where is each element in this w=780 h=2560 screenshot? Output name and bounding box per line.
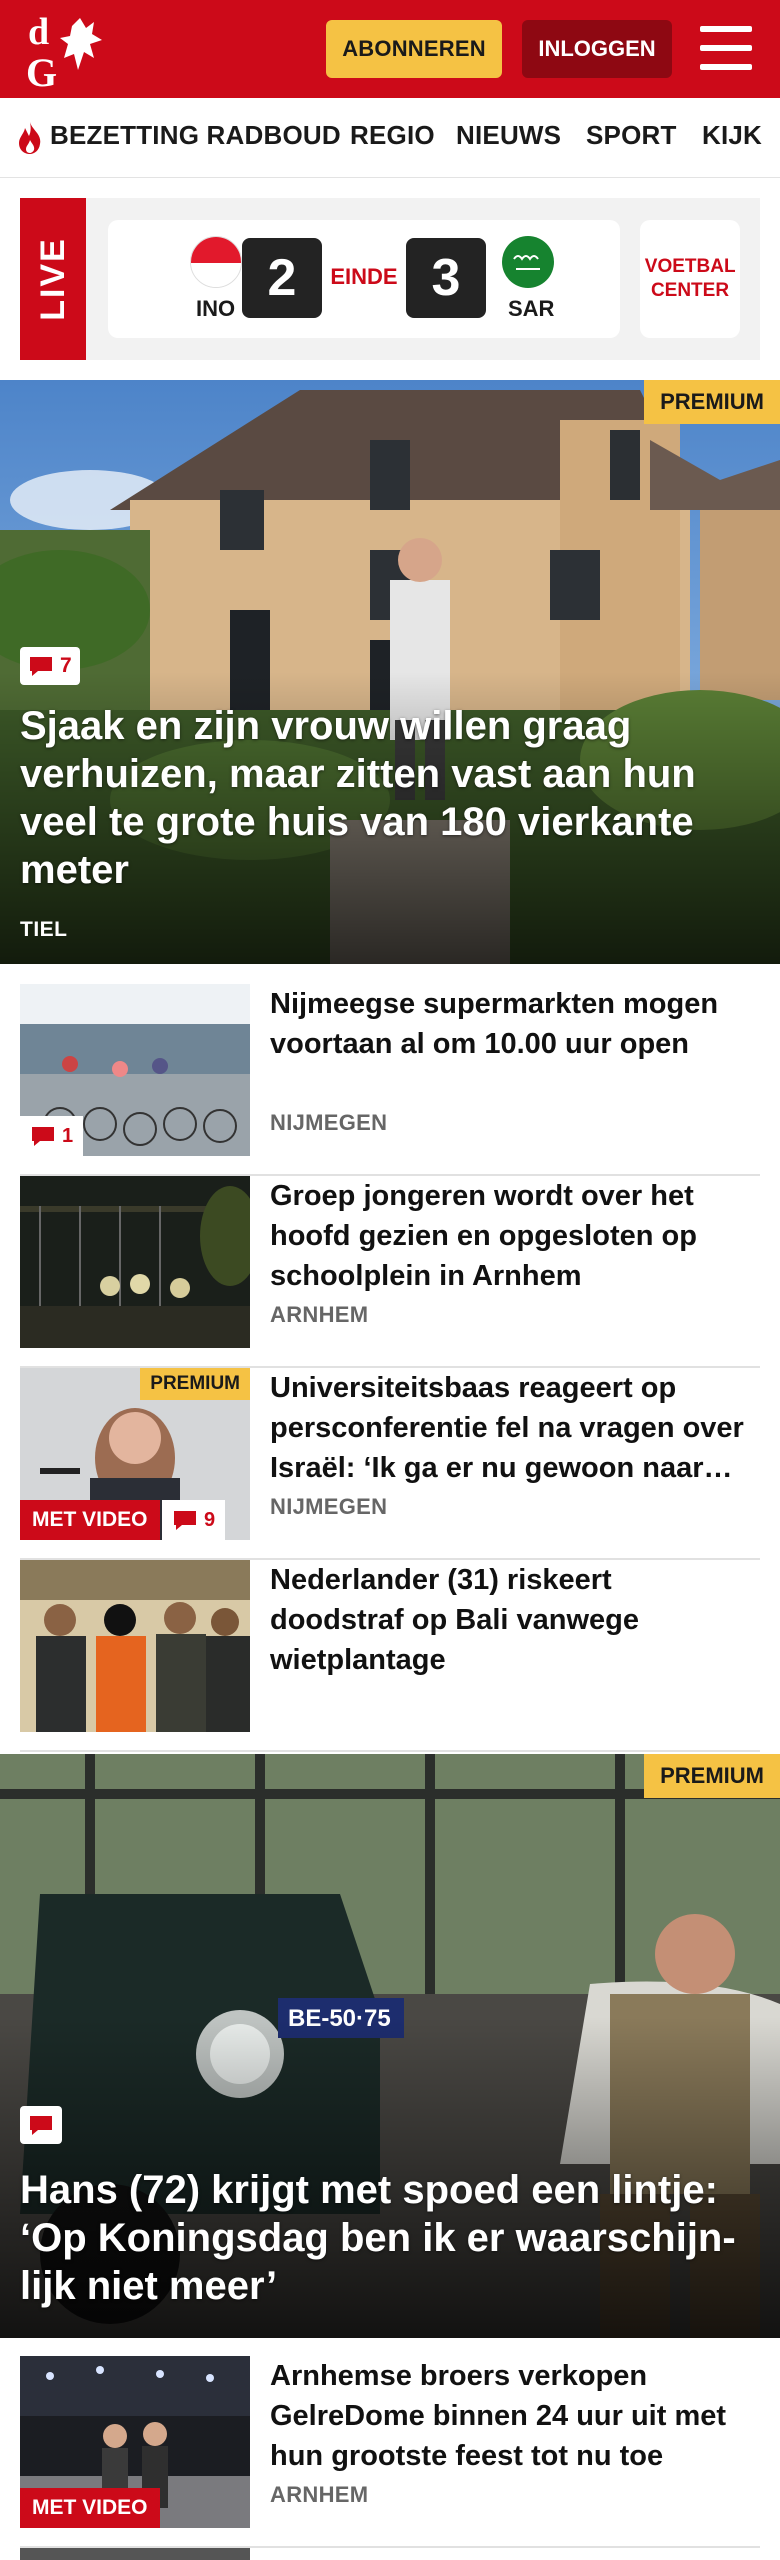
match-card[interactable]: INO 2 EINDE 3 SAR (108, 220, 620, 338)
comment-count: 9 (204, 1508, 216, 1531)
live-tag: LIVE (20, 198, 86, 360)
comment-badge[interactable] (20, 2106, 62, 2144)
flag-saudi-arabia-icon (502, 236, 554, 288)
nav-item-bezetting-radboud[interactable]: BEZETTING RADBOUD (50, 120, 341, 151)
video-badge: MET VIDEO (20, 2488, 160, 2528)
nav-item-sport[interactable]: SPORT (586, 120, 677, 151)
article-thumbnail: 1 (20, 984, 250, 1156)
top-bar: d G ABONNEREN INLOGGEN (0, 0, 780, 98)
article-thumbnail: MET VIDEO (20, 2356, 250, 2528)
article-thumbnail (20, 1176, 250, 1348)
home-score: 2 (242, 238, 322, 318)
voetbal-center-link[interactable]: VOETBAL CENTER (640, 220, 740, 338)
hero-title[interactable]: Hans (72) krijgt met spoed een lintje: ‘… (20, 2166, 756, 2310)
video-badge: MET VIDEO (20, 1500, 160, 1540)
comment-icon (174, 1511, 196, 1530)
comment-count: 1 (62, 1124, 74, 1147)
article-row-1[interactable]: 1 Nijmeegse supermarkten mogen voortaan … (20, 984, 760, 1176)
article-row-2[interactable]: Groep jongeren wordt over het hoofd gezi… (20, 1176, 760, 1368)
premium-badge: PREMIUM (644, 1754, 780, 1798)
comment-count-badge[interactable]: 9 (162, 1500, 226, 1540)
home-team: INO (196, 296, 236, 321)
article-location: ARNHEM (270, 1302, 369, 1327)
comment-icon (30, 657, 52, 676)
login-button[interactable]: INLOGGEN (522, 20, 672, 78)
de-gelderlander-logo[interactable]: d G (22, 6, 118, 92)
match-status: EINDE (330, 264, 398, 289)
menu-icon[interactable] (700, 26, 752, 70)
article-row-4[interactable]: Nederlander (31) riskeert doodstraf op B… (20, 1560, 760, 1752)
article-thumbnail (20, 1560, 250, 1732)
svg-text:d: d (28, 11, 49, 53)
away-score: 3 (406, 238, 486, 318)
comment-count-badge[interactable]: 1 (20, 1116, 84, 1156)
article-row-5[interactable]: MET VIDEO Arnhemse broers verkopen Gelre… (20, 2356, 760, 2548)
hero-article-2[interactable]: BE-50·75 PREMIUM Hans (72) krijgt met sp… (0, 1754, 780, 2338)
comment-count: 7 (60, 654, 72, 677)
nav-item-kijk[interactable]: KIJK (702, 120, 762, 151)
comment-icon (32, 1127, 54, 1146)
hero-article-1[interactable]: PREMIUM 7 Sjaak en zijn vrouw willen gra… (0, 380, 780, 964)
flag-indonesia-icon (190, 236, 242, 288)
article-title[interactable]: Nederlander (31) riskeert doodstraf op B… (270, 1560, 750, 1680)
article-location: NIJMEGEN (270, 1494, 388, 1519)
article-row-3[interactable]: PREMIUM MET VIDEO 9 Universiteitsbaas re… (20, 1368, 760, 1560)
article-title[interactable]: Nijmeegse supermarkten mogen voortaan al… (270, 984, 750, 1064)
live-score-widget: LIVE INO 2 EINDE 3 SAR VOETBAL CENTER (20, 198, 760, 360)
subscribe-button[interactable]: ABONNEREN (326, 20, 502, 78)
premium-badge: PREMIUM (644, 380, 780, 424)
comment-count-badge[interactable]: 7 (20, 647, 80, 685)
hero-title[interactable]: Sjaak en zijn vrouw willen graag verhuiz… (20, 702, 756, 894)
next-article-thumbnail (20, 2548, 250, 2560)
main-nav: BEZETTING RADBOUD REGIO NIEUWS SPORT KIJ… (0, 98, 780, 178)
premium-badge: PREMIUM (140, 1368, 250, 1400)
article-location: NIJMEGEN (270, 1110, 388, 1135)
svg-text:G: G (26, 50, 57, 92)
article-location: ARNHEM (270, 2482, 369, 2507)
article-thumbnail: PREMIUM MET VIDEO 9 (20, 1368, 250, 1540)
article-title[interactable]: Arnhemse broers verkopen GelreDome binne… (270, 2356, 750, 2476)
hero-location: TIEL (20, 918, 68, 941)
article-title[interactable]: Groep jongeren wordt over het hoofd gezi… (270, 1176, 750, 1296)
article-title[interactable]: Universiteitsbaas reageert op persconfer… (270, 1368, 750, 1488)
nav-item-regio[interactable]: REGIO (350, 120, 435, 151)
comment-icon (30, 2116, 52, 2135)
nav-item-nieuws[interactable]: NIEUWS (456, 120, 561, 151)
flame-icon (19, 122, 41, 154)
away-team: SAR (508, 296, 555, 321)
